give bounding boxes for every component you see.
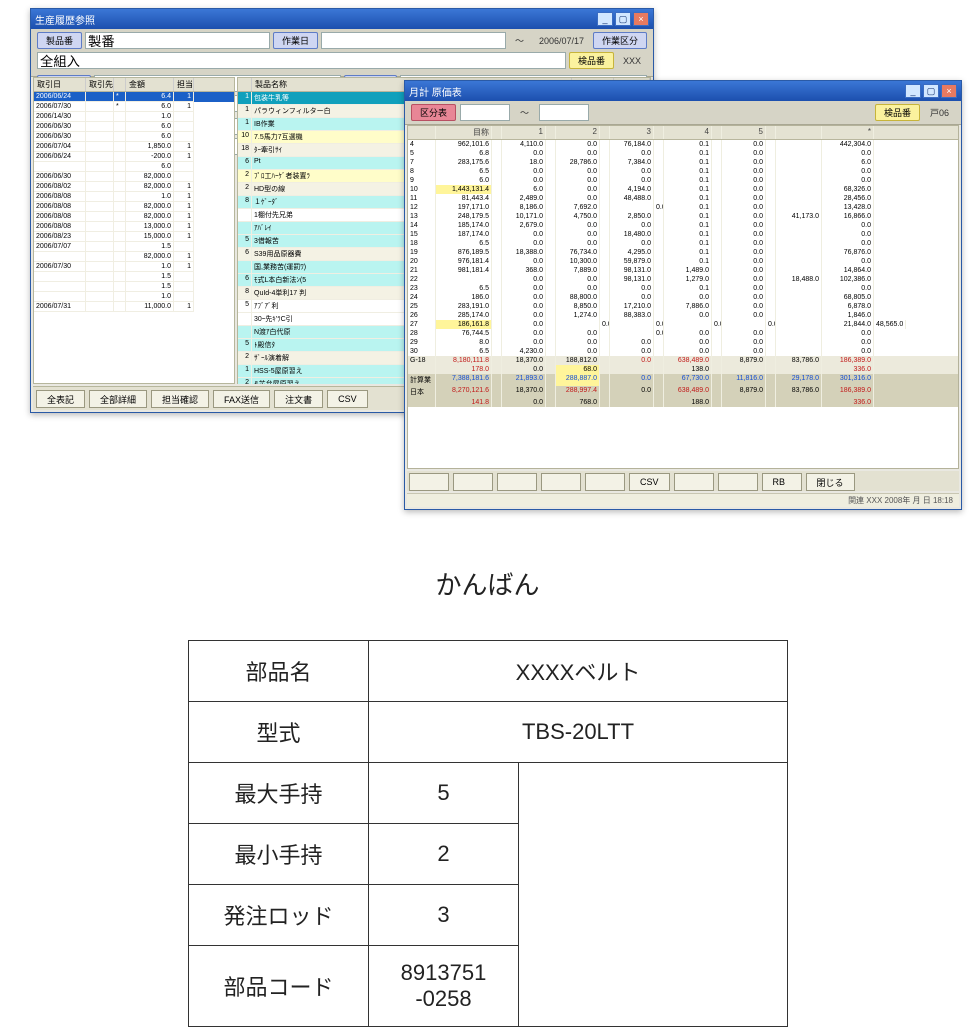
footer-CSV-button[interactable]: CSV (327, 390, 368, 408)
inspect-button[interactable]: 検品番 (875, 104, 920, 121)
toolbar-検品番-button[interactable]: 検品番 (569, 52, 614, 69)
kanban-table: 部品名XXXXベルト型式TBS-20LTT最大手持5最小手持2発注ロッド3部品コ… (188, 640, 788, 1027)
footer-RB-button[interactable]: RB (762, 473, 802, 491)
footer-blank-button[interactable] (674, 473, 714, 491)
footer-閉じる-button[interactable]: 閉じる (806, 473, 855, 491)
window-title: 生産履歴参照 (35, 12, 95, 27)
maximize-icon[interactable]: ▢ (615, 12, 631, 26)
footer-注文書-button[interactable]: 注文書 (274, 390, 323, 408)
toolbar-field[interactable] (321, 32, 506, 49)
minimize-icon[interactable]: _ (905, 84, 921, 98)
toolbar-field[interactable] (37, 52, 566, 69)
window-title: 月計 原価表 (409, 84, 462, 99)
footer-blank-button[interactable] (409, 473, 449, 491)
left-grid[interactable]: 取引日取引先金額担当2006/06/24*6.412006/07/30*6.01… (33, 77, 235, 384)
titlebar[interactable]: 生産履歴参照 _ ▢ × (31, 9, 653, 29)
kanban-label: 部品名 (189, 641, 369, 702)
toolbar: 区分表 ～ 検品番 戸06 (405, 101, 961, 125)
toolbar-field[interactable] (85, 32, 270, 49)
titlebar[interactable]: 月計 原価表 _ ▢ × (405, 81, 961, 101)
tag-label: 戸06 (924, 104, 955, 121)
footer-blank-button[interactable] (541, 473, 581, 491)
range-to-input[interactable] (539, 104, 589, 121)
kanban-label: 部品コード (189, 946, 369, 1027)
cost-summary-window: 月計 原価表 _ ▢ × 区分表 ～ 検品番 戸06 目称12345*4962,… (404, 80, 962, 510)
footer-担当確認-button[interactable]: 担当確認 (151, 390, 209, 408)
kanban-value: TBS-20LTT (369, 702, 788, 763)
section-button[interactable]: 区分表 (411, 104, 456, 121)
kanban-empty (519, 763, 788, 1027)
toolbar-製品番-button[interactable]: 製品番 (37, 32, 82, 49)
footer-FAX送信-button[interactable]: FAX送信 (213, 390, 270, 408)
toolbar-label: XXX (617, 52, 647, 69)
kanban-value: 8913751 -0258 (369, 946, 519, 1027)
kanban-value: 3 (369, 885, 519, 946)
kanban-label: 発注ロッド (189, 885, 369, 946)
kanban-value: 2 (369, 824, 519, 885)
close-icon[interactable]: × (941, 84, 957, 98)
kanban-label: 型式 (189, 702, 369, 763)
footer-blank-button[interactable] (453, 473, 493, 491)
toolbar-作業日-button[interactable]: 作業日 (273, 32, 318, 49)
footer-toolbar: CSV RB閉じる (407, 471, 959, 491)
minimize-icon[interactable]: _ (597, 12, 613, 26)
footer-全部詳細-button[interactable]: 全部詳細 (89, 390, 147, 408)
footer-全表記-button[interactable]: 全表記 (36, 390, 85, 408)
footer-CSV-button[interactable]: CSV (629, 473, 670, 491)
close-icon[interactable]: × (633, 12, 649, 26)
toolbar-作業区分-button[interactable]: 作業区分 (593, 32, 647, 49)
footer-blank-button[interactable] (585, 473, 625, 491)
kanban-label: 最小手持 (189, 824, 369, 885)
footer-blank-button[interactable] (497, 473, 537, 491)
toolbar-label: 2006/07/17 (533, 32, 590, 49)
cost-grid[interactable]: 目称12345*4962,101.64,110.00.076,184.00.10… (407, 125, 959, 469)
status-bar: 関連 XXX 2008年 月 日 18:18 (407, 493, 959, 507)
kanban-heading: かんばん (0, 565, 975, 602)
toolbar-label: ～ (509, 32, 530, 49)
kanban-value: 5 (369, 763, 519, 824)
range-sep: ～ (514, 104, 535, 121)
footer-blank-button[interactable] (718, 473, 758, 491)
toolbar: 製品番作業日～2006/07/17作業区分検品番XXX取引先名FAX番号取引先製… (31, 29, 653, 77)
kanban-value: XXXXベルト (369, 641, 788, 702)
maximize-icon[interactable]: ▢ (923, 84, 939, 98)
range-from-input[interactable] (460, 104, 510, 121)
kanban-label: 最大手持 (189, 763, 369, 824)
